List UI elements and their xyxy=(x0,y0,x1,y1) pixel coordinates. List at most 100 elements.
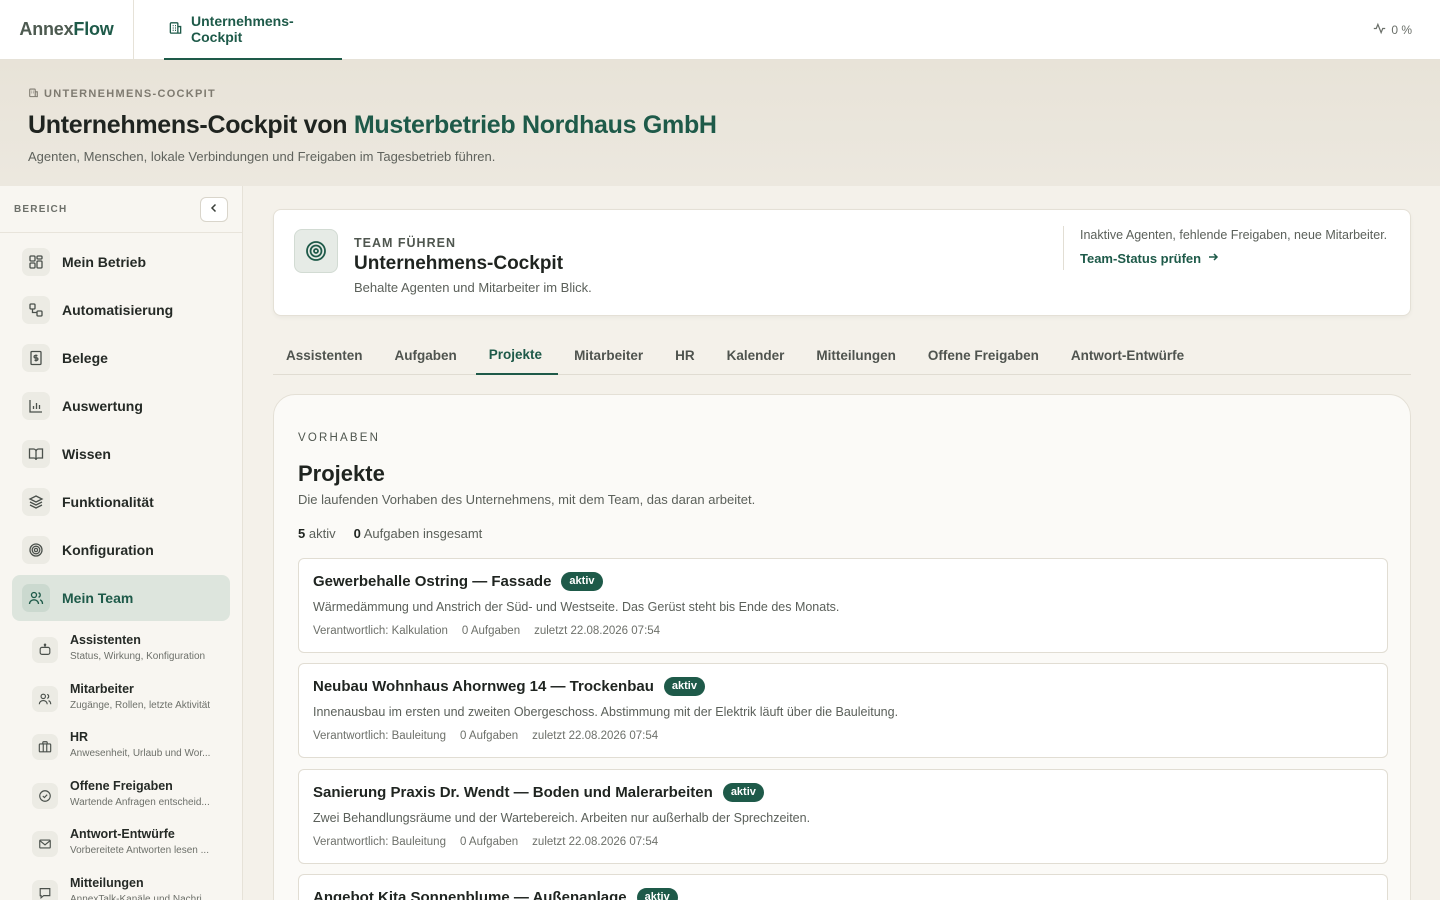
logo-part-flow: Flow xyxy=(73,19,114,39)
page-title-prefix: Unternehmens-Cockpit von xyxy=(28,111,348,139)
collapse-sidebar-button[interactable] xyxy=(200,196,228,222)
team-status-box: Inaktive Agenten, fehlende Freigaben, ne… xyxy=(1063,226,1403,270)
sidebar-item-auswertung[interactable]: Auswertung xyxy=(12,383,230,429)
subitem-desc: AnnexTalk-Kanäle und Nachri... xyxy=(70,893,211,900)
sidebar-nav: Mein Betrieb Automatisierung Belege Ausw… xyxy=(0,233,242,621)
subitem-title: Offene Freigaben xyxy=(70,778,173,793)
sidebar-item-funktionalitaet[interactable]: Funktionalität xyxy=(12,479,230,525)
subitem-title: Antwort-Entwürfe xyxy=(70,827,175,841)
tab-assistenten[interactable]: Assistenten xyxy=(273,336,379,374)
project-title: Sanierung Praxis Dr. Wendt — Boden und M… xyxy=(313,784,713,801)
subitem-desc: Wartende Anfragen entscheid... xyxy=(70,796,210,808)
project-owner: Verantwortlich: Bauleitung xyxy=(313,730,446,742)
subitem-title: HR xyxy=(70,730,89,744)
project-card[interactable]: Gewerbehalle Ostring — Fassade aktiv Wär… xyxy=(298,558,1388,653)
bar-chart-icon xyxy=(22,392,50,420)
stat-active-label: aktiv xyxy=(308,526,336,541)
grid-icon xyxy=(22,248,50,276)
project-card[interactable]: Neubau Wohnhaus Ahornweg 14 — Trockenbau… xyxy=(298,663,1388,758)
tab-antwort-entwuerfe[interactable]: Antwort-Entwürfe xyxy=(1058,336,1200,374)
stat-tasks: 0 Aufgaben insgesamt xyxy=(354,526,483,541)
project-card[interactable]: Sanierung Praxis Dr. Wendt — Boden und M… xyxy=(298,769,1388,864)
tab-aufgaben[interactable]: Aufgaben xyxy=(382,336,473,374)
mail-icon xyxy=(32,831,58,857)
project-updated: zuletzt 22.08.2026 07:54 xyxy=(532,730,659,742)
logo-part-annex: Annex xyxy=(19,19,74,39)
app-logo[interactable]: Annex Flow xyxy=(0,0,134,60)
tab-projekte[interactable]: Projekte xyxy=(475,336,559,375)
team-status-link-label: Team-Status prüfen xyxy=(1080,251,1202,266)
sidebar-item-belege[interactable]: Belege xyxy=(12,335,230,381)
sidebar-subitem-assistenten[interactable]: Assistenten Status, Wirkung, Konfigurati… xyxy=(20,629,230,678)
stat-tasks-label: Aufgaben insgesamt xyxy=(363,526,483,541)
panel-desc: Die laufenden Vorhaben des Unternehmens,… xyxy=(298,492,756,507)
sidebar-subitem-mitteilungen[interactable]: Mitteilungen AnnexTalk-Kanäle und Nachri… xyxy=(20,872,230,900)
sidebar-item-label: Belege xyxy=(62,350,108,366)
tab-offene-freigaben[interactable]: Offene Freigaben xyxy=(915,336,1055,374)
sidebar-item-automatisierung[interactable]: Automatisierung xyxy=(12,287,230,333)
stat-active: 5 aktiv xyxy=(298,526,336,541)
project-updated: zuletzt 22.08.2026 07:54 xyxy=(534,625,661,637)
page-kicker: UNTERNEHMENS-COCKPIT xyxy=(28,87,216,101)
project-meta: Verantwortlich: Kalkulation 0 Aufgaben z… xyxy=(313,625,660,637)
sidebar-subitem-offene-freigaben[interactable]: Offene Freigaben Wartende Anfragen entsc… xyxy=(20,775,230,824)
page-title: Unternehmens-Cockpit von Musterbetrieb N… xyxy=(28,111,717,140)
project-owner: Verantwortlich: Bauleitung xyxy=(313,836,446,848)
tab-hr[interactable]: HR xyxy=(662,336,711,374)
team-card: TEAM FÜHREN Unternehmens-Cockpit Behalte… xyxy=(273,209,1411,316)
subitem-title: Mitteilungen xyxy=(70,875,144,890)
project-tasks: 0 Aufgaben xyxy=(459,836,519,848)
target-icon xyxy=(22,536,50,564)
tab-kalender[interactable]: Kalender xyxy=(714,336,801,374)
tab-unternehmens-cockpit[interactable]: Unternehmens-Cockpit xyxy=(164,0,342,60)
sidebar-subitem-hr[interactable]: HR Anwesenheit, Urlaub und Wor... xyxy=(20,726,230,775)
project-desc: Wärmedämmung und Anstrich der Süd- und W… xyxy=(313,600,840,614)
sidebar: BEREICH Mein Betrieb Automatisierung Bel… xyxy=(0,186,243,900)
target-icon xyxy=(294,229,338,273)
project-desc: Zwei Behandlungsräume und der Warteberei… xyxy=(313,811,811,825)
sidebar-subitem-antwort-entwuerfe[interactable]: Antwort-Entwürfe Vorbereitete Antworten … xyxy=(20,823,230,872)
sidebar-item-mein-team[interactable]: Mein Team xyxy=(12,575,230,621)
sidebar-subnav: Assistenten Status, Wirkung, Konfigurati… xyxy=(0,623,242,900)
stat-active-count: 5 xyxy=(298,526,306,541)
activity-status[interactable]: 0 % xyxy=(1373,22,1412,38)
project-tasks: 0 Aufgaben xyxy=(459,730,519,742)
tab-mitarbeiter[interactable]: Mitarbeiter xyxy=(561,336,659,374)
sidebar-item-konfiguration[interactable]: Konfiguration xyxy=(12,527,230,573)
building-icon xyxy=(28,87,39,101)
subitem-title: Mitarbeiter xyxy=(70,681,134,696)
users-icon xyxy=(32,685,58,712)
users-icon xyxy=(22,584,50,612)
activity-value: 0 % xyxy=(1391,23,1412,37)
project-tasks: 0 Aufgaben xyxy=(461,625,521,637)
stat-tasks-count: 0 xyxy=(353,526,361,541)
building-icon xyxy=(168,20,183,38)
page-header: UNTERNEHMENS-COCKPIT Unternehmens-Cockpi… xyxy=(0,60,1440,186)
sidebar-subitem-mitarbeiter[interactable]: Mitarbeiter Zugänge, Rollen, letzte Akti… xyxy=(20,678,230,727)
subitem-desc: Vorbereitete Antworten lesen ... xyxy=(70,845,209,856)
activity-icon xyxy=(1373,22,1386,38)
project-meta: Verantwortlich: Bauleitung 0 Aufgaben zu… xyxy=(313,730,658,742)
panel-kicker: VORHABEN xyxy=(298,432,381,444)
status-badge: aktiv xyxy=(722,783,764,802)
sidebar-section-label: BEREICH xyxy=(14,203,68,215)
team-card-desc: Behalte Agenten und Mitarbeiter im Blick… xyxy=(354,280,592,295)
chevron-left-icon xyxy=(209,200,219,218)
project-card[interactable]: Angebot Kita Sonnenblume — Außenanlage a… xyxy=(298,874,1388,900)
sidebar-item-label: Mein Team xyxy=(62,590,134,606)
sidebar-item-wissen[interactable]: Wissen xyxy=(12,431,230,477)
sidebar-item-label: Automatisierung xyxy=(62,302,174,318)
project-desc: Innenausbau im ersten und zweiten Oberge… xyxy=(313,705,899,719)
top-tab-label: Unternehmens-Cockpit xyxy=(191,12,294,45)
main-content: TEAM FÜHREN Unternehmens-Cockpit Behalte… xyxy=(243,186,1440,900)
arrow-right-icon xyxy=(1207,251,1219,266)
sidebar-item-label: Funktionalität xyxy=(62,494,154,510)
sidebar-item-mein-betrieb[interactable]: Mein Betrieb xyxy=(12,239,230,285)
status-badge: aktiv xyxy=(561,572,603,591)
subitem-desc: Zugänge, Rollen, letzte Aktivität xyxy=(70,699,211,711)
tab-mitteilungen[interactable]: Mitteilungen xyxy=(803,336,912,374)
project-title: Gewerbehalle Ostring — Fassade xyxy=(313,573,552,590)
book-icon xyxy=(22,440,50,468)
team-status-link[interactable]: Team-Status prüfen xyxy=(1080,251,1403,266)
sidebar-item-label: Auswertung xyxy=(62,398,143,414)
